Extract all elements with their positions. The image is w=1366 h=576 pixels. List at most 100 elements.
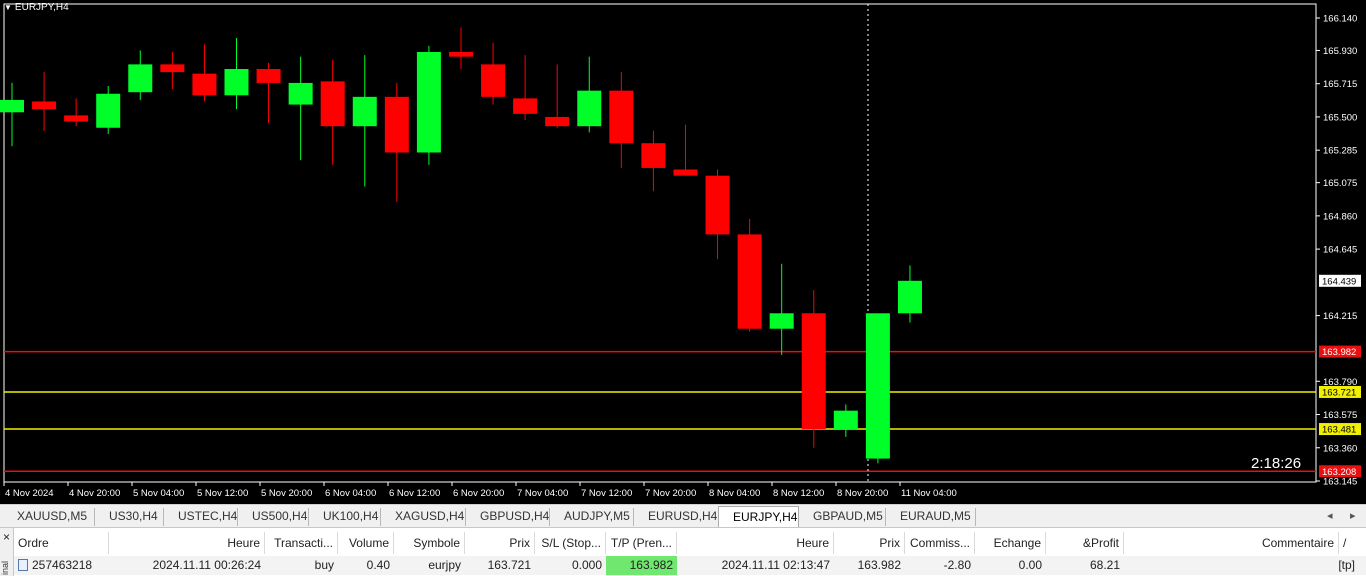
tab-scroll-right-icon[interactable]: ▸: [1350, 509, 1356, 522]
col-symbole[interactable]: Symbole: [394, 532, 465, 554]
row-ordre: 257463218: [14, 556, 109, 575]
candle-body: [96, 93, 121, 128]
time-tick-label: 4 Nov 2024: [5, 488, 54, 499]
level-price-label: 163.208: [1322, 467, 1356, 478]
current-price-label: 164.439: [1322, 276, 1356, 287]
candle-body: [609, 90, 634, 144]
sort-indicator: /: [1343, 536, 1347, 550]
history-table-header: Ordre Heure Transacti... Volume Symbole …: [14, 532, 1366, 554]
candle-body: [64, 115, 89, 122]
price-tick-label: 166.140: [1323, 14, 1357, 25]
time-tick-label: 11 Nov 04:00: [901, 488, 957, 499]
row-echange: 0.00: [1018, 558, 1042, 572]
tab-audjpy-m5[interactable]: AUDJPY,M5: [550, 508, 634, 526]
tab-us500-h4[interactable]: US500,H4: [238, 508, 309, 526]
level-price-label: 163.982: [1322, 347, 1356, 358]
time-tick-label: 5 Nov 04:00: [133, 488, 184, 499]
tab-ustec-h4[interactable]: USTEC,H4: [164, 508, 238, 526]
col-volume[interactable]: Volume: [338, 532, 394, 554]
time-tick-label: 8 Nov 04:00: [709, 488, 760, 499]
terminal-side-strip: × inal: [0, 528, 14, 576]
col-commentaire[interactable]: Commentaire: [1124, 532, 1339, 554]
col-sl[interactable]: S/L (Stop...: [535, 532, 606, 554]
candle-body: [160, 64, 185, 73]
tab-xagusd-h4[interactable]: XAGUSD,H4: [381, 508, 466, 526]
chart-tabs: XAUUSD,M5 US30,H4 USTEC,H4 US500,H4 UK10…: [0, 504, 1366, 527]
row-heure-open: 2024.11.11 00:26:24: [152, 558, 261, 572]
tab-gbpaud-m5[interactable]: GBPAUD,M5: [799, 508, 886, 526]
level-price-label: 163.481: [1322, 425, 1356, 436]
tab-eurusd-h4[interactable]: EURUSD,H4: [634, 508, 718, 526]
candle-body: [352, 96, 377, 127]
price-tick-label: 165.715: [1323, 79, 1357, 90]
candle-body: [641, 143, 666, 168]
triangle-down-icon[interactable]: ▼: [4, 3, 12, 12]
terminal-panel: × inal Ordre Heure Transacti... Volume S…: [0, 527, 1366, 576]
candle-body: [288, 82, 313, 105]
col-transaction[interactable]: Transacti...: [265, 532, 338, 554]
col-prix-open[interactable]: Prix: [465, 532, 535, 554]
tab-eurjpy-h4[interactable]: EURJPY,H4: [718, 506, 799, 527]
row-volume: 0.40: [366, 558, 390, 572]
price-tick-label: 165.075: [1323, 178, 1357, 189]
col-prix-close[interactable]: Prix: [834, 532, 905, 554]
tab-uk100-h4[interactable]: UK100,H4: [309, 508, 381, 526]
candle-body: [705, 175, 730, 235]
time-tick-label: 6 Nov 20:00: [453, 488, 504, 499]
candle-body: [416, 52, 441, 153]
time-tick-label: 6 Nov 12:00: [389, 488, 440, 499]
row-ordre-value: 257463218: [32, 558, 93, 572]
row-symbole: eurjpy: [428, 558, 461, 572]
tab-euraud-m5[interactable]: EURAUD,M5: [886, 508, 976, 526]
row-prix-close: 163.982: [857, 558, 901, 572]
col-ordre[interactable]: Ordre: [14, 532, 109, 554]
table-row[interactable]: 257463218 2024.11.11 00:26:24 buy 0.40 e…: [14, 556, 1366, 575]
chart-title[interactable]: ▼ EURJPY,H4: [4, 2, 69, 13]
time-tick-label: 7 Nov 04:00: [517, 488, 568, 499]
tab-gbpusd-h4[interactable]: GBPUSD,H4: [466, 508, 550, 526]
candle-body: [577, 90, 602, 127]
candle-body: [320, 81, 345, 127]
candle-body: [128, 64, 153, 93]
col-profit[interactable]: &Profit: [1046, 532, 1124, 554]
row-heure-close: 2024.11.11 02:13:47: [721, 558, 830, 572]
candle-body: [801, 313, 826, 430]
price-tick-label: 165.285: [1323, 146, 1357, 157]
row-commentaire: [tp]: [1338, 558, 1355, 572]
candle-body: [256, 69, 281, 83]
candle-body: [865, 313, 890, 459]
close-icon[interactable]: ×: [3, 530, 10, 544]
col-echange[interactable]: Echange: [975, 532, 1046, 554]
chart-area[interactable]: ▼ EURJPY,H4 166.140 165.930 165.715 165.500…: [0, 0, 1366, 504]
row-commission: -2.80: [943, 558, 971, 572]
col-heure-close[interactable]: Heure: [677, 532, 834, 554]
level-price-label: 163.721: [1322, 387, 1356, 398]
candle-body: [673, 169, 698, 176]
tab-scroll-left-icon[interactable]: ◂: [1327, 509, 1333, 522]
bar-countdown-timer: 2:18:26: [1251, 455, 1302, 472]
price-tick-label: 165.930: [1323, 46, 1357, 57]
price-tick-label: 163.575: [1323, 410, 1357, 421]
candlestick-chart[interactable]: 166.140 165.930 165.715 165.500 165.285 165.0…: [0, 0, 1366, 504]
candle-body: [897, 280, 922, 314]
candle-body: [224, 69, 249, 96]
time-tick-label: 6 Nov 04:00: [325, 488, 376, 499]
candle-body: [513, 98, 538, 114]
tab-xauusd-m5[interactable]: XAUUSD,M5: [3, 508, 95, 526]
price-tick-label: 164.215: [1323, 311, 1357, 322]
col-commission[interactable]: Commiss...: [905, 532, 975, 554]
time-tick-label: 8 Nov 12:00: [773, 488, 824, 499]
time-tick-label: 5 Nov 12:00: [197, 488, 248, 499]
price-tick-label: 163.360: [1323, 443, 1357, 454]
candle-body: [481, 64, 506, 97]
order-icon: [18, 558, 28, 571]
time-tick-label: 7 Nov 12:00: [581, 488, 632, 499]
tab-us30-h4[interactable]: US30,H4: [95, 508, 164, 526]
time-tick-label: 4 Nov 20:00: [69, 488, 120, 499]
col-heure-open[interactable]: Heure: [109, 532, 265, 554]
price-tick-label: 165.500: [1323, 112, 1357, 123]
row-prix-open: 163.721: [487, 558, 531, 572]
row-profit: 68.21: [1089, 558, 1120, 572]
price-tick-label: 163.145: [1323, 477, 1357, 488]
col-tp[interactable]: T/P (Pren...: [606, 532, 677, 554]
